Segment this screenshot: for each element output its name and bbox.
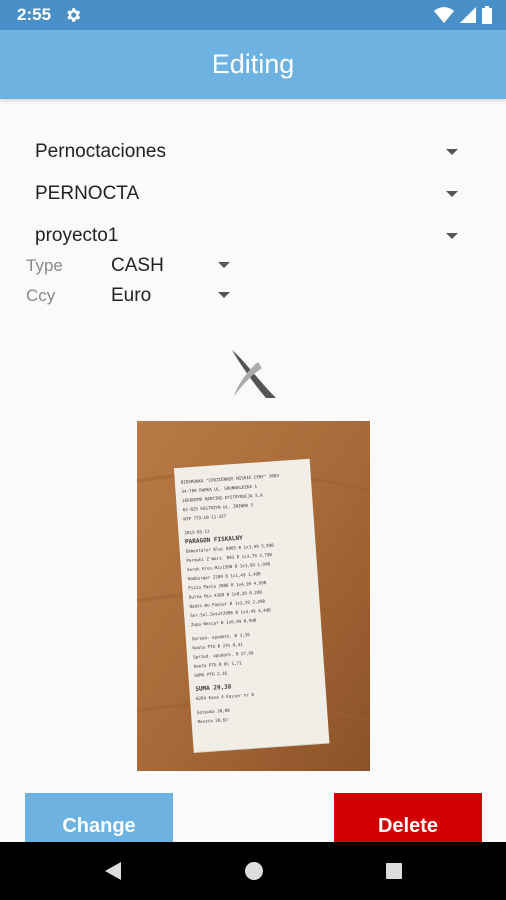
- delete-button[interactable]: Delete: [334, 793, 482, 842]
- chevron-down-icon: [218, 262, 230, 268]
- project-value: proyecto1: [35, 225, 119, 246]
- ccy-value: Euro: [111, 285, 152, 306]
- project-dropdown[interactable]: proyecto1: [35, 224, 465, 248]
- chevron-down-icon: [446, 191, 458, 197]
- back-icon[interactable]: [103, 861, 123, 881]
- category-value: Pernoctaciones: [35, 141, 166, 162]
- home-icon[interactable]: [244, 861, 264, 881]
- ccy-label: Ccy: [26, 286, 56, 305]
- app-bar: Editing: [0, 30, 506, 99]
- status-icons: [434, 6, 492, 24]
- recents-icon[interactable]: [384, 861, 404, 881]
- wifi-icon: [434, 7, 454, 23]
- category-dropdown[interactable]: Pernoctaciones: [35, 140, 465, 164]
- chevron-down-icon: [446, 149, 458, 155]
- ccy-dropdown[interactable]: Euro: [111, 284, 236, 308]
- app-logo-icon: [232, 350, 276, 398]
- chevron-down-icon: [218, 292, 230, 298]
- subcategory-dropdown[interactable]: PERNOCTA: [35, 182, 465, 206]
- settings-gear-icon: [67, 8, 81, 22]
- type-dropdown[interactable]: CASH: [111, 254, 236, 278]
- change-button[interactable]: Change: [25, 793, 173, 842]
- status-time: 2:55: [17, 5, 52, 24]
- status-bar: 2:55: [0, 0, 506, 30]
- page-title: Editing: [211, 49, 295, 79]
- type-label: Type: [26, 256, 63, 275]
- cell-signal-icon: [460, 7, 476, 23]
- chevron-down-icon: [446, 233, 458, 239]
- subcategory-value: PERNOCTA: [35, 183, 140, 204]
- system-nav-bar: [0, 842, 506, 900]
- receipt-photo[interactable]: BIEDRONKA "CODZIENNIE NISKIE CENY" 3083 3…: [137, 421, 370, 771]
- type-value: CASH: [111, 255, 164, 276]
- battery-icon: [482, 6, 492, 24]
